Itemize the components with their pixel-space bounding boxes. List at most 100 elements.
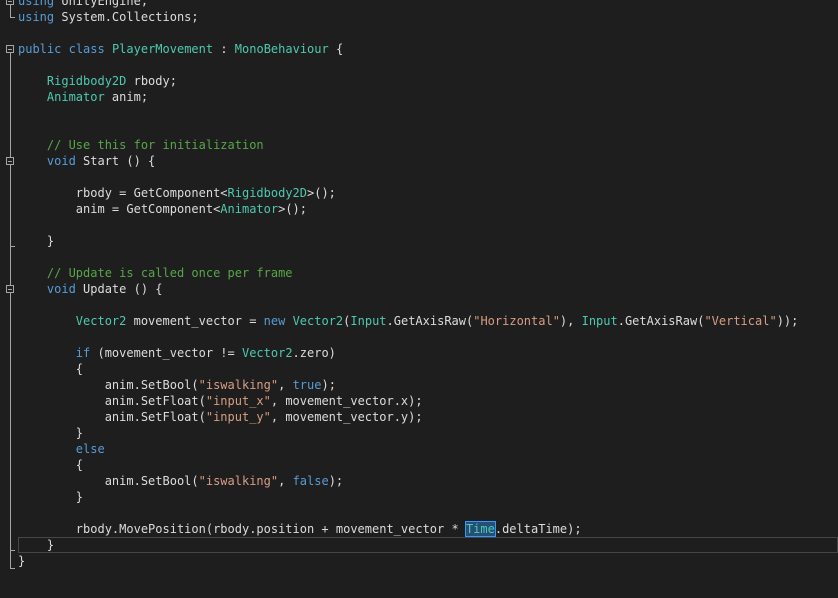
string-token: "iswalking" bbox=[198, 378, 279, 392]
type-token: Animator bbox=[220, 202, 279, 216]
code-line[interactable]: void Update () { bbox=[18, 281, 838, 297]
code-text-area[interactable]: using UnityEngine; using System.Collectio… bbox=[18, 0, 838, 569]
string-token: "input_y" bbox=[205, 410, 271, 424]
outlining-margin bbox=[0, 0, 17, 598]
code-token: anim.SetBool( bbox=[18, 378, 199, 392]
code-line[interactable]: } bbox=[18, 233, 838, 249]
code-line[interactable]: using System.Collections; bbox=[18, 9, 838, 25]
fold-guide-end bbox=[10, 17, 15, 18]
type-token: Rigidbody2D bbox=[227, 186, 307, 200]
keyword-token: using bbox=[18, 0, 55, 8]
collapse-class-icon[interactable] bbox=[6, 45, 14, 53]
keyword-token: else bbox=[18, 442, 105, 456]
code-line[interactable] bbox=[18, 249, 838, 265]
comment-token: // Use this for initialization bbox=[18, 138, 264, 152]
code-token: .GetAxisRaw( bbox=[617, 314, 705, 328]
keyword-token: class bbox=[68, 42, 105, 56]
code-line[interactable]: } bbox=[18, 489, 838, 505]
code-token: , movement_vector.x); bbox=[270, 394, 423, 408]
string-token: "Horizontal" bbox=[473, 314, 560, 328]
code-token: , movement_vector.y); bbox=[270, 410, 423, 424]
code-token: rbody.MovePosition(rbody.position + move… bbox=[18, 522, 466, 536]
code-token: { bbox=[328, 42, 344, 56]
keyword-token: void bbox=[18, 282, 76, 296]
code-line[interactable]: else bbox=[18, 441, 838, 457]
code-line[interactable] bbox=[18, 121, 838, 137]
keyword-token: true bbox=[292, 378, 322, 392]
type-token: Vector2 bbox=[18, 314, 127, 328]
code-token: .zero) bbox=[292, 346, 336, 360]
code-line[interactable] bbox=[18, 297, 838, 313]
code-token: anim.SetFloat( bbox=[18, 394, 206, 408]
type-token: Input bbox=[581, 314, 618, 328]
code-token: { bbox=[18, 362, 84, 376]
code-line[interactable]: if (movement_vector != Vector2.zero) bbox=[18, 345, 838, 361]
keyword-token: new bbox=[263, 314, 286, 328]
code-line[interactable]: rbody = GetComponent<Rigidbody2D>(); bbox=[18, 185, 838, 201]
code-line-current[interactable]: } bbox=[18, 537, 838, 553]
code-line[interactable]: anim = GetComponent<Animator>(); bbox=[18, 201, 838, 217]
code-line[interactable] bbox=[18, 505, 838, 521]
code-token: movement_vector = bbox=[126, 314, 264, 328]
code-line[interactable] bbox=[18, 57, 838, 73]
code-token: } bbox=[18, 554, 26, 568]
code-line[interactable]: { bbox=[18, 457, 838, 473]
code-line[interactable] bbox=[18, 169, 838, 185]
code-token: ); bbox=[328, 474, 344, 488]
fold-guide-line bbox=[10, 293, 11, 550]
code-line[interactable]: anim.SetBool("iswalking", false); bbox=[18, 473, 838, 489]
fold-guide-end bbox=[10, 246, 15, 247]
code-line[interactable] bbox=[18, 217, 838, 233]
code-token: { bbox=[18, 458, 84, 472]
code-line[interactable]: public class PlayerMovement : MonoBehavi… bbox=[18, 41, 838, 57]
code-token: } bbox=[18, 490, 84, 504]
code-token: ); bbox=[321, 378, 336, 392]
keyword-token: false bbox=[292, 474, 329, 488]
type-token: Vector2 bbox=[292, 314, 344, 328]
string-token: "Vertical" bbox=[704, 314, 777, 328]
fold-guide-end bbox=[10, 568, 15, 569]
code-line[interactable]: { bbox=[18, 361, 838, 377]
type-token: Rigidbody2D bbox=[18, 74, 127, 88]
code-line[interactable]: anim.SetBool("iswalking", true); bbox=[18, 377, 838, 393]
collapse-start-method-icon[interactable] bbox=[6, 157, 14, 165]
code-line[interactable] bbox=[18, 329, 838, 345]
string-token: "iswalking" bbox=[198, 474, 279, 488]
code-line[interactable]: using UnityEngine; bbox=[18, 0, 838, 9]
code-line[interactable] bbox=[18, 105, 838, 121]
code-editor[interactable]: using UnityEngine; using System.Collectio… bbox=[0, 0, 838, 598]
fold-guide-line bbox=[10, 5, 11, 17]
code-token: >(); bbox=[278, 202, 307, 216]
code-token: anim = GetComponent< bbox=[18, 202, 221, 216]
code-token: } bbox=[18, 426, 84, 440]
code-line[interactable]: // Use this for initialization bbox=[18, 137, 838, 153]
collapse-update-method-icon[interactable] bbox=[6, 285, 14, 293]
code-line[interactable]: rbody.MovePosition(rbody.position + move… bbox=[18, 521, 838, 537]
code-token: UnityEngine; bbox=[54, 0, 149, 8]
type-token: Input bbox=[350, 314, 387, 328]
code-line[interactable]: anim.SetFloat("input_y", movement_vector… bbox=[18, 409, 838, 425]
code-line[interactable]: Vector2 movement_vector = new Vector2(In… bbox=[18, 313, 838, 329]
code-token: , bbox=[278, 378, 293, 392]
fold-guide-line bbox=[10, 165, 11, 246]
code-token: System.Collections; bbox=[54, 10, 199, 24]
code-token: rbody; bbox=[126, 74, 177, 88]
code-line[interactable]: // Update is called once per frame bbox=[18, 265, 838, 281]
keyword-token: void bbox=[18, 154, 76, 168]
code-line[interactable]: anim.SetFloat("input_x", movement_vector… bbox=[18, 393, 838, 409]
keyword-token: public bbox=[18, 42, 62, 56]
code-line[interactable]: } bbox=[18, 425, 838, 441]
code-token: Start () { bbox=[75, 154, 156, 168]
code-token: } bbox=[18, 538, 55, 552]
code-token: anim.SetFloat( bbox=[18, 410, 206, 424]
keyword-token: if bbox=[18, 346, 91, 360]
code-line[interactable]: } bbox=[18, 553, 838, 569]
code-line[interactable]: Animator anim; bbox=[18, 89, 838, 105]
code-line[interactable]: Rigidbody2D rbody; bbox=[18, 73, 838, 89]
type-token: Vector2 bbox=[241, 346, 293, 360]
code-token: )); bbox=[776, 314, 799, 328]
type-token: MonoBehaviour bbox=[234, 42, 329, 56]
code-line[interactable] bbox=[18, 25, 838, 41]
code-line[interactable]: void Start () { bbox=[18, 153, 838, 169]
